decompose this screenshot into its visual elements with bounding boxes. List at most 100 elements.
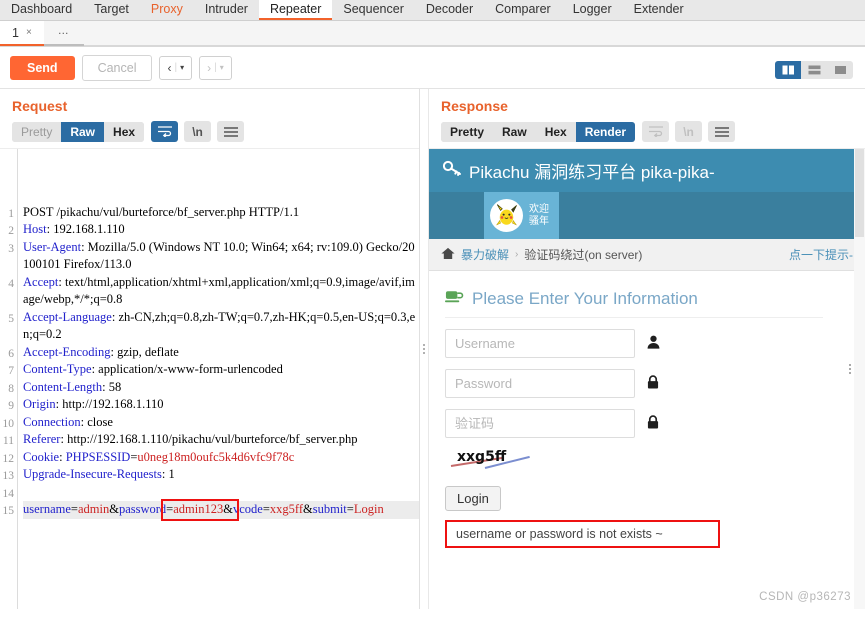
request-token: & [109, 502, 119, 516]
main-tab-sequencer[interactable]: Sequencer [332, 0, 414, 20]
hint-link[interactable]: 点一下提示- [789, 246, 853, 263]
send-button[interactable]: Send [10, 55, 75, 80]
password-input[interactable] [445, 369, 635, 398]
request-view-tab-pretty[interactable]: Pretty [12, 121, 62, 142]
repeater-tab-label: 1 [12, 25, 19, 40]
close-icon[interactable]: × [26, 27, 32, 38]
main-tab-proxy[interactable]: Proxy [140, 0, 194, 20]
login-form-area: Please Enter Your Information Username 验… [429, 271, 865, 548]
line-number: 10 [2, 417, 15, 430]
line-number: 11 [2, 435, 14, 447]
response-view-toolbar: Pretty Raw Hex Render \n [429, 121, 865, 148]
response-view-tab-raw[interactable]: Raw [493, 121, 536, 142]
wrap-lines-icon[interactable] [642, 121, 670, 142]
home-icon [441, 247, 455, 263]
request-line: Upgrade-Insecure-Requests: 1 [23, 466, 419, 484]
main-tab-intruder[interactable]: Intruder [194, 0, 259, 20]
request-line: Origin: http://192.168.1.110 [23, 396, 419, 414]
request-pane: Request Pretty Raw Hex \n 1 2 3 4 5 6 7 8 9 10 11 12 1… [0, 89, 419, 609]
request-token: = [346, 502, 354, 516]
wrap-lines-icon[interactable] [151, 121, 179, 142]
pikachu-avatar [490, 199, 523, 232]
layout-side-by-side-icon[interactable] [775, 61, 801, 79]
next-request-button[interactable]: › | ▾ [199, 55, 232, 80]
lock-icon [647, 415, 659, 432]
request-view-tab-hex[interactable]: Hex [104, 121, 145, 142]
chevron-left-icon: ‹ [167, 60, 172, 75]
response-scrollbar[interactable] [854, 149, 865, 609]
request-token: : gzip, deflate [110, 344, 179, 359]
breadcrumb-parent-link[interactable]: 暴力破解 [461, 246, 509, 263]
request-token: User-Agent [23, 239, 82, 254]
main-tab-repeater[interactable]: Repeater [258, 0, 333, 20]
main-tab-comparer[interactable]: Comparer [484, 0, 562, 20]
previous-request-button[interactable]: ‹ | ▾ [159, 55, 193, 80]
cancel-button[interactable]: Cancel [81, 54, 153, 81]
line-number: 6 [8, 347, 14, 360]
layout-switch-group [775, 61, 853, 79]
captcha-input[interactable] [445, 409, 635, 438]
main-tab-target[interactable]: Target [83, 0, 140, 20]
chevron-down-icon[interactable]: ▾ [180, 63, 184, 72]
hamburger-icon[interactable] [217, 121, 245, 142]
main-tab-logger[interactable]: Logger [562, 0, 623, 20]
main-tab-label: Sequencer [343, 2, 404, 16]
request-view-tab-raw[interactable]: Raw [61, 121, 105, 142]
request-token: : Mozilla/5.0 (Windows NT 10.0; Win64; x… [23, 239, 415, 272]
request-token: Origin [23, 397, 56, 411]
pikachu-user-box[interactable]: 欢迎 骚年 [484, 192, 559, 239]
newline-label: \n [192, 124, 203, 139]
newline-label: \n [683, 124, 694, 139]
main-tab-filler [695, 0, 865, 20]
pikachu-site-title: Pikachu 漏洞练习平台 pika-pika- [469, 163, 715, 182]
login-button[interactable]: Login [445, 486, 501, 511]
captcha-image[interactable]: xxg5ff [445, 447, 541, 473]
response-view-tab-render[interactable]: Render [575, 121, 636, 142]
request-line: Content-Type: application/x-www-form-url… [23, 361, 419, 379]
scrollbar-thumb[interactable] [855, 149, 864, 237]
request-line: Accept: text/html,application/xhtml+xml,… [23, 274, 419, 309]
captcha-field-row [445, 409, 865, 438]
response-view-tabs: Pretty Raw Hex Render [441, 121, 636, 142]
button-divider: | [174, 62, 178, 73]
request-token: Cookie [23, 449, 60, 464]
request-line: POST /pikachu/vul/burteforce/bf_server.p… [23, 204, 419, 222]
line-number: 13 [2, 470, 15, 482]
request-token: vcode [232, 502, 263, 516]
main-tab-decoder[interactable]: Decoder [415, 0, 484, 20]
response-view-tab-pretty[interactable]: Pretty [441, 121, 494, 142]
hamburger-icon[interactable] [708, 121, 736, 142]
repeater-tab-more-button[interactable]: … [43, 21, 84, 46]
request-token: Content-Length [23, 379, 103, 394]
request-token: & [303, 502, 313, 516]
user-bar-spacer [429, 192, 484, 239]
request-pane-title: Request [12, 98, 68, 114]
main-tab-label: Decoder [425, 2, 474, 16]
request-line: username=admin&password=admin123&vcode=x… [23, 501, 419, 519]
render-grip-icon [849, 364, 851, 374]
request-token: Accept-Encoding [23, 344, 111, 359]
response-view-tab-hex[interactable]: Hex [535, 121, 576, 142]
request-line [23, 484, 419, 502]
request-raw-text[interactable]: POST /pikachu/vul/burteforce/bf_server.p… [18, 149, 419, 609]
layout-single-icon[interactable] [827, 61, 853, 79]
request-editor[interactable]: 1 2 3 4 5 6 7 8 9 10 11 12 13 14 15 POST /pikachu/vul/… [0, 148, 419, 609]
request-token: xxg5ff [269, 502, 303, 516]
line-number: 4 [8, 277, 14, 290]
request-line: Accept-Encoding: gzip, deflate [23, 344, 419, 362]
newline-icon[interactable]: \n [675, 121, 703, 142]
line-number-gutter: 1 2 3 4 5 6 7 8 9 10 11 12 13 14 15 [0, 149, 18, 609]
main-tab-label: Extender [633, 2, 684, 16]
username-input[interactable] [445, 329, 635, 358]
main-tab-bar: Dashboard Target Proxy Intruder Repeater Sequ… [0, 0, 865, 21]
main-tab-dashboard[interactable]: Dashboard [0, 0, 83, 20]
splitter-grip-icon [423, 344, 425, 354]
chevron-down-icon[interactable]: ▾ [220, 63, 224, 72]
layout-stacked-icon[interactable] [801, 61, 827, 79]
response-render-frame: Pikachu 漏洞练习平台 pika-pika- 欢迎 骚年 暴力破解 › 验… [429, 148, 865, 609]
form-title-text: Please Enter Your Information [472, 289, 698, 308]
pane-splitter-handle[interactable] [419, 89, 429, 609]
repeater-tab-1[interactable]: 1 × [0, 21, 44, 46]
newline-icon[interactable]: \n [184, 121, 212, 142]
main-tab-extender[interactable]: Extender [623, 0, 695, 20]
